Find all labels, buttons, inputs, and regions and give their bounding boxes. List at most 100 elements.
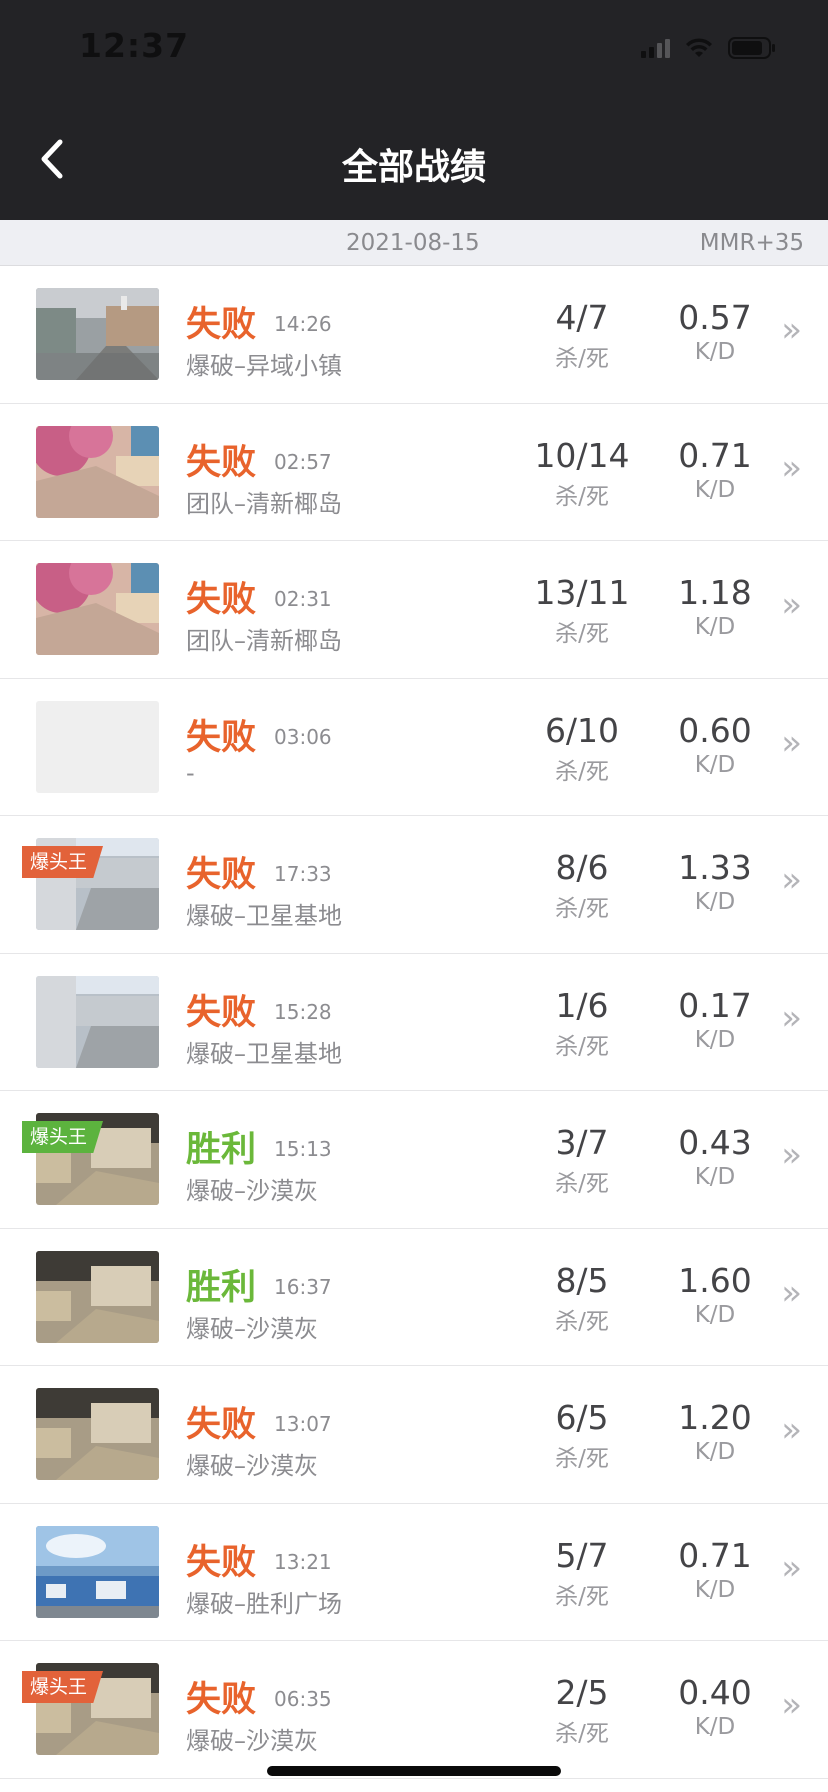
kills-deaths-value: 13/11 bbox=[534, 573, 630, 612]
match-row[interactable]: 失败 02:57 团队–清新椰岛 10/14 杀/死 0.71 K/D » bbox=[0, 404, 828, 541]
kills-deaths-label: 杀/死 bbox=[555, 758, 609, 785]
match-duration: 15:13 bbox=[274, 1137, 332, 1161]
match-duration: 17:33 bbox=[274, 862, 332, 886]
kd-ratio-value: 0.71 bbox=[678, 1535, 752, 1575]
chevron-right-icon[interactable]: » bbox=[781, 310, 802, 350]
match-result: 失败 bbox=[186, 992, 257, 1033]
kills-deaths-label: 杀/死 bbox=[555, 1308, 609, 1335]
top-header: 12:37 全部战绩 bbox=[0, 0, 828, 220]
kills-deaths-label: 杀/死 bbox=[555, 1721, 609, 1747]
match-row[interactable]: 失败 13:07 爆破–沙漠灰 6/5 杀/死 1.20 K/D » bbox=[0, 1366, 828, 1504]
kd-ratio: 1.20 K/D bbox=[645, 1398, 785, 1465]
kd-ratio-value: 0.40 bbox=[678, 1673, 752, 1712]
map-thumbnail-placeholder bbox=[36, 700, 159, 793]
kills-deaths-value: 6/5 bbox=[555, 1398, 609, 1437]
chevron-right-icon[interactable]: » bbox=[781, 1548, 802, 1588]
battery-icon bbox=[728, 37, 775, 59]
match-row[interactable]: 爆头王 失败 06:35 爆破–沙漠灰 2/5 杀/死 0.40 K/D » bbox=[0, 1641, 828, 1779]
match-mode-map: 团队–清新椰岛 bbox=[186, 489, 342, 518]
chevron-right-icon[interactable]: » bbox=[781, 1273, 802, 1313]
date-summary-bar: 2021-08-15 MMR+35 bbox=[0, 220, 828, 266]
kills-deaths-value: 1/6 bbox=[555, 985, 609, 1025]
chevron-right-icon[interactable]: » bbox=[781, 1135, 802, 1175]
kills-deaths-label: 杀/死 bbox=[555, 1446, 609, 1472]
map-thumbnail bbox=[36, 288, 159, 380]
kills-deaths-label: 杀/死 bbox=[555, 346, 609, 372]
kills-deaths-value: 3/7 bbox=[555, 1123, 609, 1162]
kd-ratio-value: 0.43 bbox=[678, 1123, 752, 1162]
match-row[interactable]: 胜利 16:37 爆破–沙漠灰 8/5 杀/死 1.60 K/D » bbox=[0, 1229, 828, 1366]
chevron-right-icon[interactable]: » bbox=[781, 860, 802, 900]
match-duration: 13:21 bbox=[274, 1549, 332, 1574]
map-thumbnail bbox=[36, 1388, 159, 1480]
kills-deaths: 3/7 杀/死 bbox=[512, 1123, 652, 1198]
page-title: 全部战绩 bbox=[341, 147, 486, 188]
kd-ratio-label: K/D bbox=[694, 889, 736, 915]
kd-ratio-value: 0.71 bbox=[678, 435, 752, 475]
kd-ratio: 1.33 K/D bbox=[645, 848, 785, 915]
kd-ratio: 0.40 K/D bbox=[645, 1673, 785, 1740]
kills-deaths-value: 8/5 bbox=[555, 1260, 609, 1300]
match-row[interactable]: 失败 14:26 爆破–异域小镇 4/7 杀/死 0.57 K/D » bbox=[0, 266, 828, 404]
kd-ratio-value: 1.20 bbox=[678, 1398, 752, 1437]
kd-ratio: 0.17 K/D bbox=[645, 986, 785, 1053]
kills-deaths: 6/5 杀/死 bbox=[512, 1398, 652, 1473]
kills-deaths-label: 杀/死 bbox=[555, 1583, 609, 1610]
headshot-king-badge: 爆头王 bbox=[22, 1671, 104, 1703]
kills-deaths: 4/7 杀/死 bbox=[512, 298, 652, 373]
status-icons bbox=[641, 36, 776, 60]
chevron-right-icon[interactable]: » bbox=[781, 1685, 802, 1725]
match-result: 失败 bbox=[186, 717, 257, 758]
kills-deaths-value: 2/5 bbox=[555, 1673, 609, 1712]
match-duration: 02:31 bbox=[274, 587, 332, 611]
match-row[interactable]: 失败 15:28 爆破–卫星基地 1/6 杀/死 0.17 K/D » bbox=[0, 954, 828, 1091]
match-date: 2021-08-15 bbox=[346, 230, 480, 256]
kd-ratio-label: K/D bbox=[694, 1714, 736, 1740]
match-row[interactable]: 爆头王 失败 17:33 爆破–卫星基地 8/6 杀/死 1.33 K/D » bbox=[0, 816, 828, 954]
match-row[interactable]: 爆头王 胜利 15:13 爆破–沙漠灰 3/7 杀/死 0.43 K/D » bbox=[0, 1091, 828, 1229]
map-thumbnail bbox=[36, 425, 159, 518]
match-result: 失败 bbox=[186, 1405, 257, 1445]
status-time: 12:37 bbox=[79, 26, 190, 65]
match-mode-map: 爆破–胜利广场 bbox=[186, 1589, 342, 1618]
match-mode-map: 爆破–异域小镇 bbox=[186, 352, 342, 380]
kills-deaths: 10/14 杀/死 bbox=[512, 436, 652, 511]
match-result: 失败 bbox=[186, 305, 257, 345]
kills-deaths-label: 杀/死 bbox=[555, 483, 609, 510]
chevron-right-icon[interactable]: » bbox=[781, 585, 802, 625]
chevron-right-icon[interactable]: » bbox=[781, 998, 802, 1038]
match-row[interactable]: 失败 13:21 爆破–胜利广场 5/7 杀/死 0.71 K/D » bbox=[0, 1504, 828, 1641]
kd-ratio: 0.43 K/D bbox=[645, 1123, 785, 1190]
match-result: 失败 bbox=[186, 1680, 257, 1720]
kd-ratio-value: 0.57 bbox=[678, 298, 752, 337]
match-row[interactable]: 失败 02:31 团队–清新椰岛 13/11 杀/死 1.18 K/D » bbox=[0, 541, 828, 679]
kd-ratio-value: 0.60 bbox=[678, 710, 752, 750]
kills-deaths: 5/7 杀/死 bbox=[512, 1536, 652, 1611]
kd-ratio-label: K/D bbox=[694, 1576, 736, 1603]
kills-deaths-label: 杀/死 bbox=[555, 1033, 609, 1060]
kd-ratio: 0.71 K/D bbox=[645, 436, 785, 503]
match-duration: 03:06 bbox=[274, 724, 332, 749]
kd-ratio-value: 1.33 bbox=[678, 848, 752, 887]
kd-ratio-value: 0.17 bbox=[678, 985, 752, 1025]
map-thumbnail bbox=[36, 975, 159, 1068]
chevron-right-icon[interactable]: » bbox=[781, 1410, 802, 1450]
kd-ratio: 0.57 K/D bbox=[645, 298, 785, 365]
kd-ratio-value: 1.60 bbox=[678, 1260, 752, 1300]
map-thumbnail bbox=[36, 1250, 159, 1343]
match-row[interactable]: 失败 03:06 - 6/10 杀/死 0.60 K/D » bbox=[0, 679, 828, 816]
chevron-right-icon[interactable]: » bbox=[781, 723, 802, 763]
match-result: 胜利 bbox=[186, 1130, 257, 1170]
kills-deaths-value: 8/6 bbox=[555, 848, 609, 887]
kills-deaths-label: 杀/死 bbox=[555, 896, 609, 922]
kills-deaths-value: 4/7 bbox=[555, 298, 609, 337]
kd-ratio-label: K/D bbox=[694, 1301, 736, 1328]
map-thumbnail bbox=[36, 563, 159, 655]
match-mode-map: 爆破–卫星基地 bbox=[186, 1039, 342, 1068]
match-duration: 13:07 bbox=[274, 1412, 332, 1436]
kd-ratio-label: K/D bbox=[694, 476, 736, 503]
chevron-right-icon[interactable]: » bbox=[781, 448, 802, 488]
kd-ratio-label: K/D bbox=[694, 1439, 736, 1465]
kd-ratio: 0.71 K/D bbox=[645, 1536, 785, 1603]
match-duration: 15:28 bbox=[274, 999, 332, 1024]
